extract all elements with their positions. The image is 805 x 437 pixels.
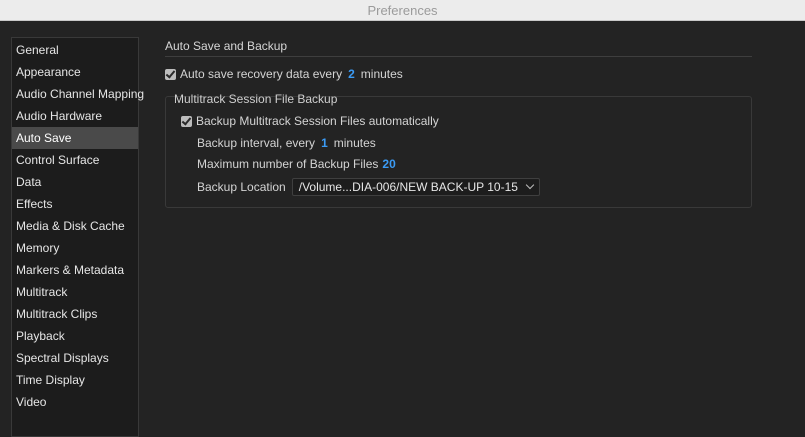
window-title: Preferences xyxy=(367,3,438,18)
sidebar-item-memory[interactable]: Memory xyxy=(12,237,138,259)
sidebar-item-markers-metadata[interactable]: Markers & Metadata xyxy=(12,259,138,281)
sidebar-item-appearance[interactable]: Appearance xyxy=(12,61,138,83)
preferences-window: General Appearance Audio Channel Mapping… xyxy=(0,21,805,437)
chevron-down-icon xyxy=(525,180,535,190)
recovery-row: Auto save recovery data every 2 minutes xyxy=(165,67,403,81)
backup-location-row: Backup Location /Volume...DIA-006/NEW BA… xyxy=(197,178,540,196)
max-backup-files-label: Maximum number of Backup Files xyxy=(197,157,379,171)
backup-location-label: Backup Location xyxy=(197,180,286,194)
auto-save-recovery-checkbox[interactable] xyxy=(165,68,176,80)
backup-interval-value[interactable]: 1 xyxy=(321,136,328,150)
sidebar-item-multitrack-clips[interactable]: Multitrack Clips xyxy=(12,303,138,325)
backup-interval-unit: minutes xyxy=(333,136,376,150)
backup-auto-row: Backup Multitrack Session Files automati… xyxy=(181,114,439,128)
backup-interval-label: Backup interval, every xyxy=(197,136,316,150)
recovery-unit: minutes xyxy=(360,67,403,81)
sidebar-item-data[interactable]: Data xyxy=(12,171,138,193)
preferences-sidebar: General Appearance Audio Channel Mapping… xyxy=(11,37,144,437)
backup-interval-row: Backup interval, every 1 minutes xyxy=(197,136,376,150)
sidebar-item-control-surface[interactable]: Control Surface xyxy=(12,149,138,171)
max-backup-files-value[interactable]: 20 xyxy=(382,157,395,171)
backup-location-dropdown[interactable]: /Volume...DIA-006/NEW BACK-UP 10-15 xyxy=(291,178,540,196)
recovery-interval-value[interactable]: 2 xyxy=(348,67,355,81)
sidebar-item-auto-save[interactable]: Auto Save xyxy=(12,127,138,149)
sidebar-item-time-display[interactable]: Time Display xyxy=(12,369,138,391)
sidebar-item-audio-hardware[interactable]: Audio Hardware xyxy=(12,105,138,127)
backup-auto-label: Backup Multitrack Session Files automati… xyxy=(196,114,439,128)
section-divider xyxy=(165,56,752,57)
sidebar-item-effects[interactable]: Effects xyxy=(12,193,138,215)
backup-location-value: /Volume...DIA-006/NEW BACK-UP 10-15 xyxy=(298,180,518,194)
multitrack-group-title: Multitrack Session File Backup xyxy=(174,92,338,106)
sidebar-item-general[interactable]: General xyxy=(12,39,138,61)
window-titlebar: Preferences xyxy=(0,0,805,21)
sidebar-item-media-disk-cache[interactable]: Media & Disk Cache xyxy=(12,215,138,237)
sidebar-item-multitrack[interactable]: Multitrack xyxy=(12,281,138,303)
sidebar-item-audio-channel-mapping[interactable]: Audio Channel Mapping xyxy=(12,83,144,105)
max-backup-files-row: Maximum number of Backup Files 20 xyxy=(197,157,396,171)
backup-multitrack-checkbox[interactable] xyxy=(181,115,192,127)
sidebar-item-playback[interactable]: Playback xyxy=(12,325,138,347)
sidebar-item-spectral-displays[interactable]: Spectral Displays xyxy=(12,347,138,369)
sidebar-item-video[interactable]: Video xyxy=(12,391,138,413)
section-title: Auto Save and Backup xyxy=(165,39,288,53)
recovery-label: Auto save recovery data every xyxy=(180,67,343,81)
